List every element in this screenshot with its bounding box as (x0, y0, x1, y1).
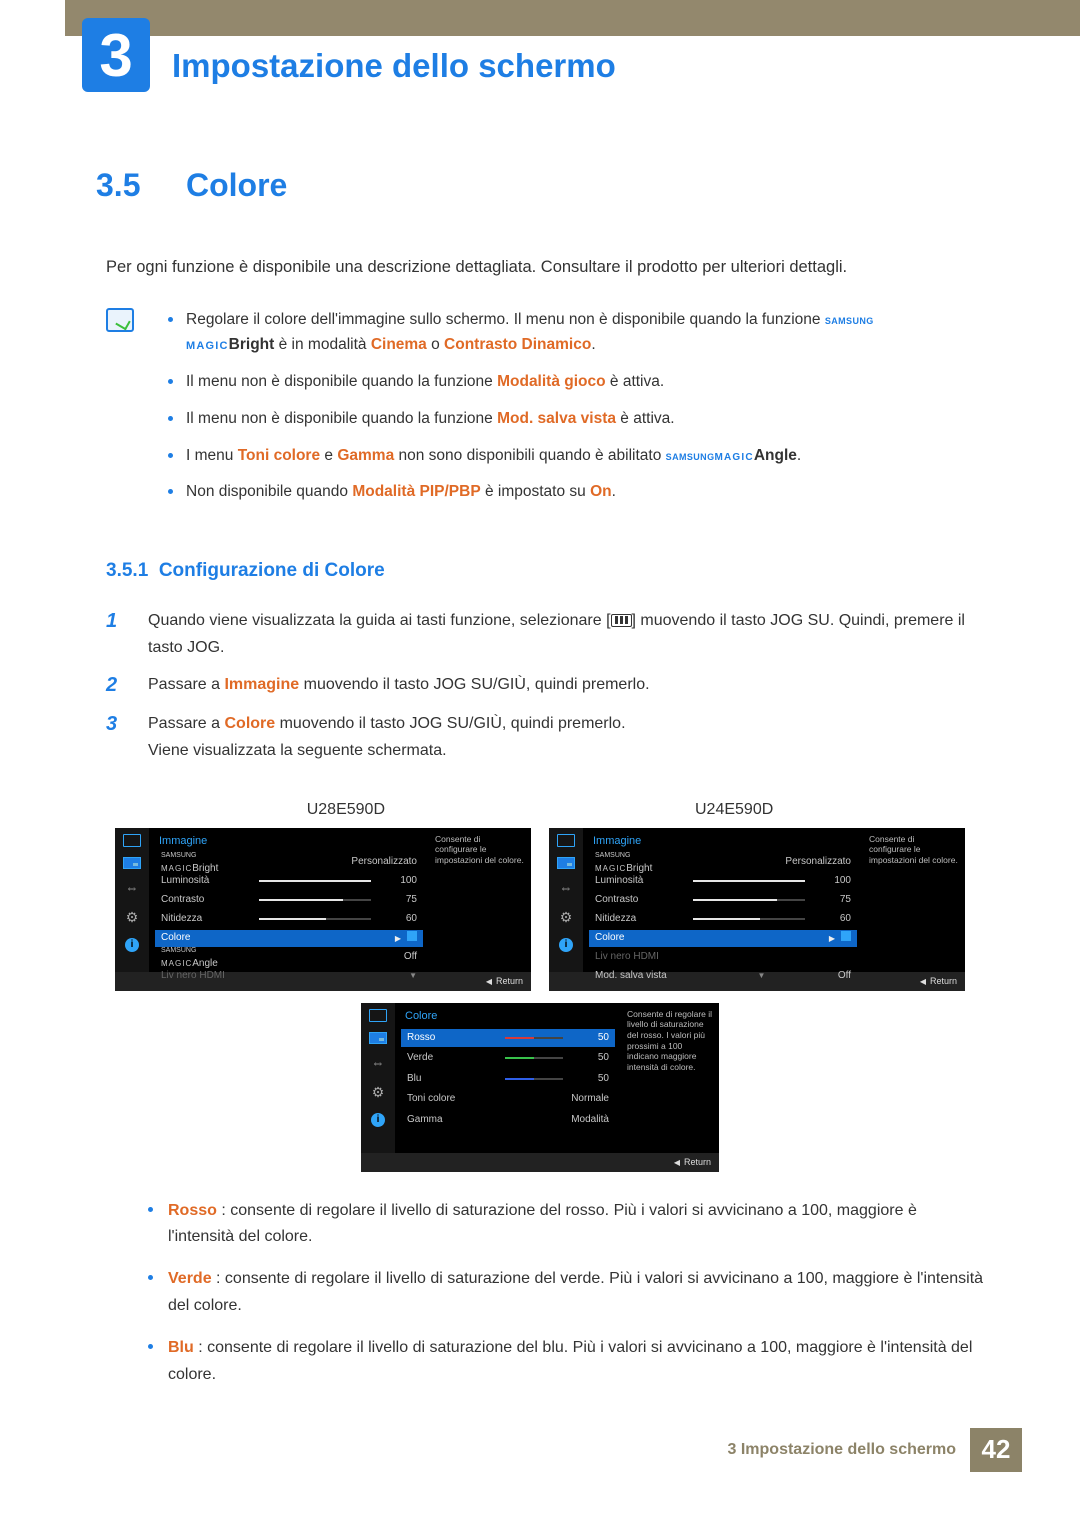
gear-icon: ⚙ (372, 1082, 385, 1102)
picture-icon (123, 857, 141, 869)
page-top-stripe (0, 0, 1080, 36)
step-number: 2 (106, 671, 124, 700)
osd-row-color-tone: Toni colore Normale (401, 1090, 615, 1109)
section-heading: 3.5 Colore (96, 162, 984, 208)
osd-sidebar-icons: ⇔ ⚙ i (115, 828, 149, 972)
osd-menu-list: Immagine SAMSUNGMAGICBright Personalizza… (149, 828, 429, 972)
note-item: I menu Toni colore e Gamma non sono disp… (168, 444, 874, 469)
chevron-left-icon: ◀ (486, 977, 492, 986)
chapter-number-badge: 3 (82, 18, 150, 92)
gear-icon: ⚙ (126, 907, 139, 927)
gear-icon: ⚙ (560, 907, 573, 927)
subsection-heading: 3.5.1 Configurazione di Colore (106, 557, 984, 585)
chevron-down-icon: ▼ (409, 970, 417, 982)
note-item: Il menu non è disponibile quando la funz… (168, 370, 874, 395)
osd-row-magic-bright: SAMSUNGMAGICBright Personalizzato (589, 854, 857, 871)
steps-list: 1 Quando viene visualizzata la guida ai … (106, 607, 984, 765)
info-icon: i (371, 1113, 385, 1127)
color-bullet-verde: Verde : consente di regolare il livello … (148, 1266, 984, 1319)
chapter-title: Impostazione dello schermo (172, 42, 616, 90)
arrows-icon: ⇔ (372, 1054, 385, 1073)
info-icon: i (125, 938, 139, 952)
osd-row-blue: Blu 50 (401, 1070, 615, 1089)
note-item: Regolare il colore dell'immagine sullo s… (168, 308, 874, 358)
osd-return-bar: ◀Return (361, 1153, 719, 1172)
step-body: Quando viene visualizzata la guida ai ta… (148, 607, 984, 661)
osd-panel-u24: ⇔ ⚙ i Immagine SAMSUNGMAGICBright Person… (549, 828, 965, 991)
note-item: Il menu non è disponibile quando la funz… (168, 407, 874, 432)
step-item: 2 Passare a Immagine muovendo il tasto J… (106, 671, 984, 700)
osd-row-green: Verde 50 (401, 1049, 615, 1068)
osd-row-magic-bright: SAMSUNGMAGICBright Personalizzato (155, 854, 423, 871)
chevron-right-icon: ▶ (395, 931, 417, 945)
model-label-right: U24E590D (695, 798, 773, 821)
section-number: 3.5 (96, 162, 156, 208)
osd-panel-color: ⇔ ⚙ i Colore Rosso 50 Verde 50 (361, 1003, 719, 1172)
info-icon: i (559, 938, 573, 952)
jog-menu-icon (611, 614, 632, 627)
chevron-left-icon: ◀ (920, 977, 926, 986)
color-bullet-rosso: Rosso : consente di regolare il livello … (148, 1198, 984, 1251)
osd-row-sharpness: Nitidezza 60 (155, 911, 423, 928)
arrows-icon: ⇔ (560, 879, 573, 898)
section-title: Colore (186, 162, 287, 208)
osd-color-panel-wrap: ⇔ ⚙ i Colore Rosso 50 Verde 50 (96, 1003, 984, 1172)
step-number: 1 (106, 607, 124, 661)
osd-sidebar-icons: ⇔ ⚙ i (549, 828, 583, 972)
osd-description: Consente di regolare il livello di satur… (621, 1003, 719, 1153)
osd-row-magic-angle: SAMSUNGMAGICAngle Off (155, 949, 423, 966)
note-icon (106, 308, 134, 332)
monitor-icon (369, 1009, 387, 1022)
step-item: 1 Quando viene visualizzata la guida ai … (106, 607, 984, 661)
picture-icon (369, 1032, 387, 1044)
osd-row-contrast: Contrasto 75 (155, 892, 423, 909)
osd-description: Consente di configurare le impostazioni … (863, 828, 965, 972)
osd-row-brightness: Luminosità 100 (155, 873, 423, 890)
osd-row-hdmi-black: Liv nero HDMI ▼ (155, 968, 423, 985)
footer-chapter-text: 3 Impostazione dello schermo (728, 1438, 957, 1461)
osd-panels-row: ⇔ ⚙ i Immagine SAMSUNGMAGICBright Person… (96, 828, 984, 991)
intro-paragraph: Per ogni funzione è disponibile una desc… (106, 256, 984, 280)
osd-menu-list: Immagine SAMSUNGMAGICBright Personalizza… (583, 828, 863, 972)
osd-row-color: Colore ▶ (589, 930, 857, 947)
osd-row-brightness: Luminosità 100 (589, 873, 857, 890)
osd-row-contrast: Contrasto 75 (589, 892, 857, 909)
osd-row-hdmi-black: Liv nero HDMI (589, 949, 857, 966)
color-bullet-blu: Blu : consente di regolare il livello di… (148, 1335, 984, 1388)
note-list: Regolare il colore dell'immagine sullo s… (168, 308, 874, 517)
chevron-down-icon: ▼ (757, 970, 765, 982)
osd-row-sharpness: Nitidezza 60 (589, 911, 857, 928)
osd-menu-list: Colore Rosso 50 Verde 50 Blu 50 (395, 1003, 621, 1153)
osd-description: Consente di configurare le impostazioni … (429, 828, 531, 972)
arrows-icon: ⇔ (126, 879, 139, 898)
osd-row-eye-saver: Mod. salva vista ▼ Off (589, 968, 857, 985)
footer-page-number: 42 (970, 1428, 1022, 1472)
model-labels-row: U28E590D U24E590D (96, 798, 984, 821)
page-footer: 3 Impostazione dello schermo 42 (0, 1428, 1080, 1472)
monitor-icon (557, 834, 575, 847)
color-description-list: Rosso : consente di regolare il livello … (148, 1198, 984, 1388)
note-item: Non disponibile quando Modalità PIP/PBP … (168, 480, 874, 505)
model-label-left: U28E590D (307, 798, 385, 821)
step-body: Passare a Colore muovendo il tasto JOG S… (148, 710, 626, 764)
osd-sidebar-icons: ⇔ ⚙ i (361, 1003, 395, 1153)
monitor-icon (123, 834, 141, 847)
step-body: Passare a Immagine muovendo il tasto JOG… (148, 671, 650, 700)
picture-icon (557, 857, 575, 869)
note-block: Regolare il colore dell'immagine sullo s… (106, 308, 984, 517)
page-content: 3.5 Colore Per ogni funzione è disponibi… (0, 92, 1080, 1388)
osd-menu-title: Colore (401, 1007, 615, 1027)
chapter-header: 3 Impostazione dello schermo (0, 36, 1080, 92)
osd-row-red: Rosso 50 (401, 1029, 615, 1048)
osd-panel-u28: ⇔ ⚙ i Immagine SAMSUNGMAGICBright Person… (115, 828, 531, 991)
chevron-right-icon: ▶ (829, 931, 851, 945)
osd-row-gamma: Gamma Modalità (401, 1111, 615, 1130)
chevron-left-icon: ◀ (674, 1158, 680, 1167)
step-item: 3 Passare a Colore muovendo il tasto JOG… (106, 710, 984, 764)
step-number: 3 (106, 710, 124, 764)
